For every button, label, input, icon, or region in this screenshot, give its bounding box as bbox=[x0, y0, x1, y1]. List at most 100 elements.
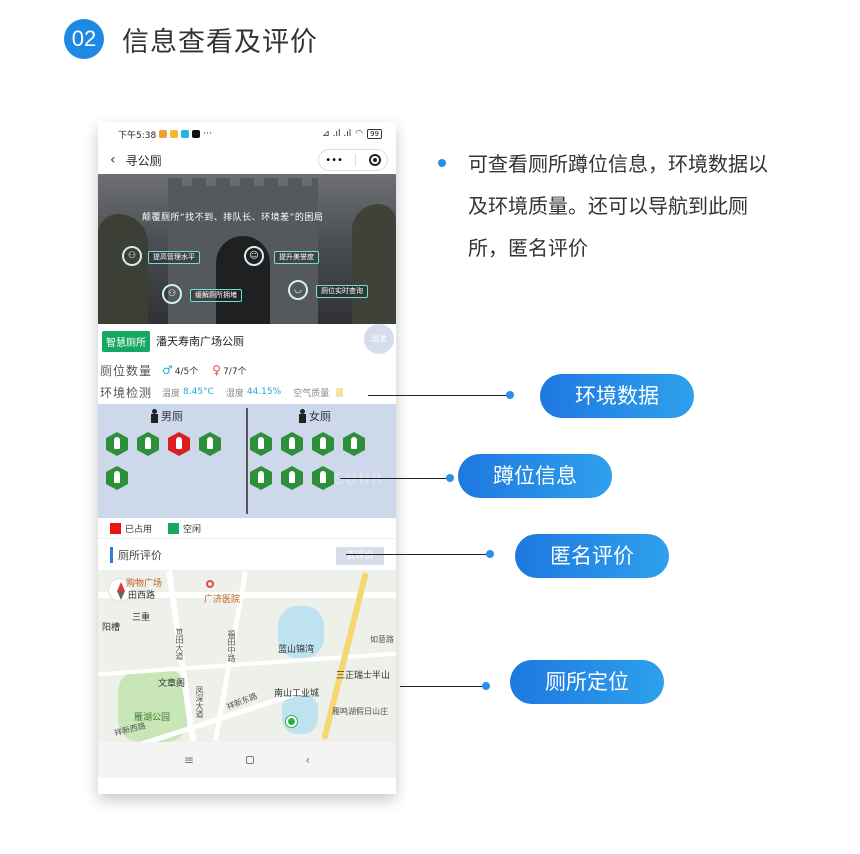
management-icon: ⚇ bbox=[122, 246, 142, 266]
pit-free-icon bbox=[199, 432, 221, 456]
banner-pill: 厕位实时查询 bbox=[316, 285, 368, 298]
smart-toilet-tag: 智慧厕所 bbox=[102, 330, 150, 352]
bullet-icon bbox=[438, 159, 446, 167]
more-notifications: ··· bbox=[203, 129, 212, 139]
review-label: 厕所评价 bbox=[118, 548, 162, 562]
humidity-label: 湿度 bbox=[225, 388, 244, 399]
pit-count-row: 厕位数量 ♂ 4/5个 ♀ 7/7个 bbox=[98, 358, 396, 382]
callout-env-data: 环境数据 bbox=[540, 374, 694, 418]
battery-icon: 99 bbox=[367, 129, 382, 139]
alarm-icon bbox=[159, 130, 168, 138]
callout-line bbox=[400, 686, 486, 687]
map-view[interactable]: 购物广场 广济医院 田西路 三重 阳槽 笕田大道 福田中路 蓝山锦湾 如意路 三… bbox=[98, 570, 396, 742]
map-label: 三正瑞士半山 bbox=[336, 671, 391, 681]
occupied-swatch bbox=[110, 522, 121, 534]
female-label: 女厕 bbox=[309, 410, 331, 423]
toilet-icon: ◡ bbox=[288, 280, 308, 300]
pit-free-icon bbox=[106, 466, 128, 490]
step-badge: 02 bbox=[64, 19, 104, 59]
tiktok-icon bbox=[192, 130, 201, 138]
air-quality-label: 空气质量 bbox=[293, 388, 330, 399]
env-label: 环境检测 bbox=[100, 385, 153, 400]
male-count: 4/5个 bbox=[174, 366, 199, 377]
hospital-poi-icon bbox=[206, 580, 214, 588]
callout-dot bbox=[482, 682, 490, 690]
wifi-icon: ◠ bbox=[355, 129, 364, 139]
app-icon bbox=[181, 130, 190, 138]
pit-free-icon bbox=[137, 432, 159, 456]
pit-free-icon bbox=[312, 432, 334, 456]
female-icon: ♀ bbox=[212, 363, 222, 377]
review-button[interactable]: 去评价 bbox=[336, 547, 384, 565]
free-swatch bbox=[168, 522, 180, 534]
map-label: 凤深大道 bbox=[195, 686, 204, 718]
map-label: 文章阁 bbox=[158, 679, 186, 689]
reputation-icon: ☺ bbox=[244, 246, 264, 266]
home-icon[interactable] bbox=[245, 756, 254, 764]
phone-screenshot: 下午5:38 ··· ⊿ .ıl .ıl ◠ 99 ‹ 寻公厕 ••• 颠覆厕所… bbox=[98, 122, 396, 794]
temp-label: 温度 bbox=[162, 388, 181, 399]
more-menu-icon[interactable]: ••• bbox=[325, 155, 343, 166]
back-icon[interactable]: ‹ bbox=[110, 152, 116, 168]
map-label: 福田中路 bbox=[227, 630, 236, 662]
callout-dot bbox=[486, 550, 494, 558]
free-label: 空闲 bbox=[183, 524, 202, 535]
banner-pill: 提高管理水平 bbox=[148, 251, 200, 264]
pit-free-icon bbox=[343, 432, 365, 456]
occupied-label: 已占用 bbox=[125, 524, 153, 535]
male-section-label: 男厕 bbox=[150, 408, 183, 424]
pit-free-icon bbox=[281, 432, 303, 456]
menu-icon[interactable]: ≡ bbox=[184, 753, 194, 767]
feature-description: 可查看厕所蹲位信息，环境数据以及环境质量。还可以导航到此厕所，匿名评价 bbox=[468, 152, 768, 260]
callout-dot bbox=[446, 474, 454, 482]
review-accent-bar bbox=[110, 546, 113, 563]
pit-legend: 已占用 空闲 bbox=[98, 518, 396, 538]
temp-value: 8.45°C bbox=[183, 387, 214, 397]
callout-review: 匿名评价 bbox=[515, 534, 669, 578]
banner-pill: 缓解厕所拥堵 bbox=[190, 289, 242, 302]
navigate-button[interactable]: 出发 bbox=[364, 324, 394, 354]
banner: 颠覆厕所“找不到、排队长、环境差”的困局 ⚇ 提高管理水平 ☺ 提升美誉度 ⚇ … bbox=[98, 174, 396, 324]
male-label: 男厕 bbox=[161, 410, 183, 423]
map-label: 如意路 bbox=[370, 635, 394, 644]
male-icon: ♂ bbox=[162, 363, 173, 377]
map-label: 田西路 bbox=[128, 591, 156, 601]
system-nav-bar: ≡ ‹ bbox=[98, 742, 396, 778]
nav-bar: ‹ 寻公厕 ••• bbox=[98, 146, 396, 174]
map-label: 阳槽 bbox=[102, 623, 121, 633]
toilet-location-marker[interactable] bbox=[286, 716, 297, 727]
capsule-divider bbox=[355, 154, 357, 166]
pit-free-icon bbox=[250, 466, 272, 490]
app-icon bbox=[170, 130, 179, 138]
status-time: 下午5:38 bbox=[118, 130, 157, 141]
toilet-header: 智慧厕所 潘天寿南广场公厕 出发 bbox=[98, 324, 396, 358]
pit-free-icon bbox=[106, 432, 128, 456]
map-label: 南山工业城 bbox=[274, 689, 320, 699]
page: 02 信息查看及评价 下午5:38 ··· ⊿ .ıl .ıl ◠ 99 ‹ 寻… bbox=[0, 0, 860, 854]
female-person-icon bbox=[298, 409, 306, 423]
humidity-value: 44.15% bbox=[246, 387, 282, 397]
pit-free-icon bbox=[281, 466, 303, 490]
pit-free-icon bbox=[250, 432, 272, 456]
map-label: 笕田大道 bbox=[175, 628, 184, 660]
status-bar: 下午5:38 ··· ⊿ .ıl .ıl ◠ 99 bbox=[98, 122, 396, 146]
close-miniapp-icon[interactable] bbox=[368, 154, 381, 166]
male-person-icon bbox=[150, 409, 158, 423]
pit-panel: 男厕 女厕 SUNR bbox=[98, 404, 396, 518]
female-section-label: 女厕 bbox=[298, 408, 331, 424]
female-count: 7/7个 bbox=[223, 366, 247, 377]
map-label: 蓝山锦湾 bbox=[278, 645, 315, 655]
map-label: 广济医院 bbox=[204, 595, 241, 605]
map-lake bbox=[282, 694, 318, 734]
pit-free-icon bbox=[312, 466, 334, 490]
callout-location: 厕所定位 bbox=[510, 660, 664, 704]
watermark: SUNR bbox=[334, 470, 385, 488]
nav-title: 寻公厕 bbox=[125, 153, 162, 168]
back-nav-icon[interactable]: ‹ bbox=[305, 753, 310, 767]
banner-tree bbox=[98, 214, 148, 324]
banner-pill: 提升美誉度 bbox=[274, 251, 319, 264]
miniapp-capsule: ••• bbox=[318, 149, 388, 171]
callout-line bbox=[340, 478, 450, 479]
toilet-name: 潘天寿南广场公厕 bbox=[156, 335, 244, 348]
banner-title: 颠覆厕所“找不到、排队长、环境差”的困局 bbox=[142, 213, 324, 223]
